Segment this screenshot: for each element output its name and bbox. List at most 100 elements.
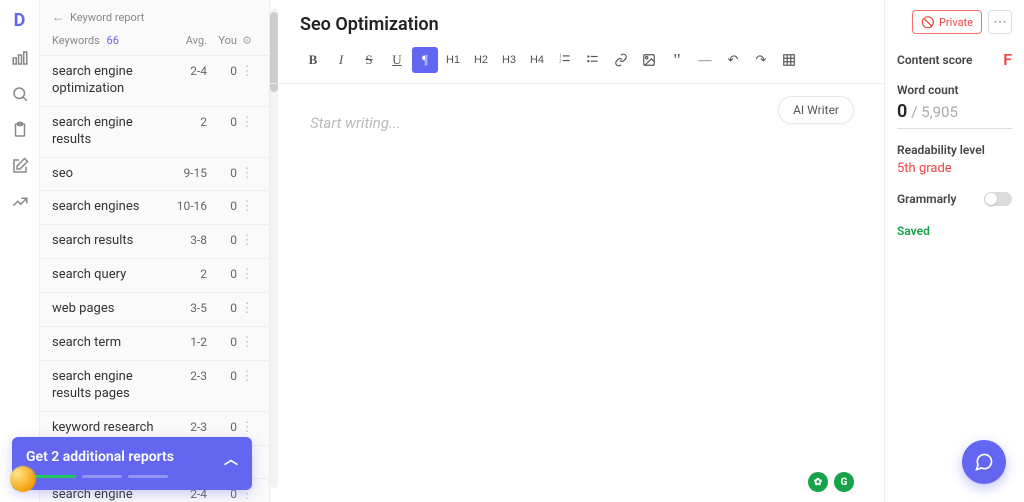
keyword-text: seo — [52, 166, 171, 183]
word-count-target: / 5,905 — [911, 103, 958, 121]
keyword-text: search term — [52, 335, 171, 352]
keyword-columns: Keywords 66 Avg. You ⚙ — [40, 30, 269, 56]
row-menu-icon[interactable]: ⋮ — [237, 166, 257, 181]
h4-button[interactable]: H4 — [524, 47, 550, 73]
keyword-count: 66 — [107, 34, 119, 47]
ai-writer-button[interactable]: AI Writer — [778, 96, 854, 124]
row-menu-icon[interactable]: ⋮ — [237, 115, 257, 130]
editor-body[interactable]: AI Writer Start writing... — [270, 84, 884, 502]
quote-button[interactable]: " — [664, 47, 690, 73]
private-button[interactable]: 🚫Private — [912, 10, 982, 34]
keyword-avg: 10-16 — [171, 199, 207, 213]
keyword-avg: 1-2 — [171, 335, 207, 349]
svg-text:2: 2 — [559, 59, 562, 64]
col-keywords: Keywords — [52, 34, 100, 47]
underline-button[interactable]: U — [384, 47, 410, 73]
nav-rail: D — [0, 0, 40, 502]
grammarly-badge-icon[interactable]: G — [834, 472, 854, 492]
keyword-avg: 2 — [171, 267, 207, 281]
row-menu-icon[interactable]: ⋮ — [237, 301, 257, 316]
panel-title: Keyword report — [70, 11, 144, 24]
keyword-row[interactable]: search query20⋮ — [40, 259, 269, 293]
editor-placeholder: Start writing... — [310, 114, 844, 132]
keyword-row[interactable]: search engine results20⋮ — [40, 107, 269, 158]
row-menu-icon[interactable]: ⋮ — [237, 335, 257, 350]
app-logo[interactable]: D — [14, 10, 26, 31]
col-avg: Avg. — [171, 34, 207, 47]
row-menu-icon[interactable]: ⋮ — [237, 420, 257, 435]
row-menu-icon[interactable]: ⋮ — [237, 233, 257, 248]
link-button[interactable] — [608, 47, 634, 73]
help-fab[interactable] — [962, 440, 1006, 484]
unordered-list-button[interactable] — [580, 47, 606, 73]
keyword-text: search engines — [52, 199, 171, 216]
sidebar-right: 🚫Private ⋯ Content score F Word count 0 … — [884, 0, 1024, 502]
search-icon[interactable] — [11, 85, 29, 103]
document-title[interactable]: Seo Optimization — [270, 0, 884, 41]
keyword-panel: ← Keyword report Keywords 66 Avg. You ⚙ … — [40, 0, 270, 502]
row-menu-icon[interactable]: ⋮ — [237, 267, 257, 282]
readability-value: 5th grade — [897, 161, 1012, 176]
keyword-avg: 3-8 — [171, 233, 207, 247]
keyword-you: 0 — [207, 420, 237, 434]
clipboard-icon[interactable] — [11, 121, 29, 139]
grammarly-toggle[interactable] — [984, 192, 1012, 206]
keyword-row[interactable]: search results3-80⋮ — [40, 225, 269, 259]
keyword-row[interactable]: seo9-150⋮ — [40, 158, 269, 192]
keyword-you: 0 — [207, 301, 237, 315]
keyword-text: keyword research — [52, 420, 171, 437]
ordered-list-button[interactable]: 12 — [552, 47, 578, 73]
keyword-row[interactable]: search engine results pages2-30⋮ — [40, 361, 269, 412]
keyword-text: search query — [52, 267, 171, 284]
back-arrow-icon[interactable]: ← — [52, 10, 64, 24]
keyword-you: 0 — [207, 233, 237, 247]
lock-icon: 🚫 — [921, 16, 935, 29]
editor-pane: Seo Optimization B I S U ¶ H1 H2 H3 H4 1… — [270, 0, 884, 502]
h3-button[interactable]: H3 — [496, 47, 522, 73]
col-you: You — [207, 34, 237, 47]
keyword-row[interactable]: web pages3-50⋮ — [40, 293, 269, 327]
word-count-value: 0 — [897, 101, 907, 122]
keyword-text: search engine optimization — [52, 64, 171, 98]
promo-banner[interactable]: Get 2 additional reports ︿ — [12, 437, 252, 490]
badge-icon[interactable]: ✿ — [808, 472, 828, 492]
editor-badges: ✿ G — [808, 472, 854, 492]
h2-button[interactable]: H2 — [468, 47, 494, 73]
keyword-you: 0 — [207, 166, 237, 180]
h1-button[interactable]: H1 — [440, 47, 466, 73]
edit-icon[interactable] — [11, 157, 29, 175]
strike-button[interactable]: S — [356, 47, 382, 73]
keyword-text: search engine results pages — [52, 369, 171, 403]
undo-button[interactable]: ↶ — [720, 47, 746, 73]
keyword-text: search engine results — [52, 115, 171, 149]
keyword-row[interactable]: search engines10-160⋮ — [40, 191, 269, 225]
keyword-row[interactable]: search engine optimization2-40⋮ — [40, 56, 269, 107]
saved-status: Saved — [897, 224, 1012, 238]
row-menu-icon[interactable]: ⋮ — [237, 64, 257, 79]
hr-button[interactable]: — — [692, 47, 718, 73]
keyword-you: 0 — [207, 115, 237, 129]
italic-button[interactable]: I — [328, 47, 354, 73]
gear-icon[interactable]: ⚙ — [237, 34, 257, 47]
readability-label: Readability level — [897, 143, 1012, 157]
image-button[interactable] — [636, 47, 662, 73]
row-menu-icon[interactable]: ⋮ — [237, 369, 257, 384]
row-menu-icon[interactable]: ⋮ — [237, 199, 257, 214]
avatar[interactable] — [10, 466, 36, 492]
keyword-row[interactable]: search term1-20⋮ — [40, 327, 269, 361]
more-button[interactable]: ⋯ — [988, 10, 1012, 34]
keyword-text: search results — [52, 233, 171, 250]
keyword-you: 0 — [207, 335, 237, 349]
chart-icon[interactable] — [11, 49, 29, 67]
trend-icon[interactable] — [11, 193, 29, 211]
keyword-avg: 2 — [171, 115, 207, 129]
keyword-avg: 3-5 — [171, 301, 207, 315]
keyword-avg: 2-3 — [171, 420, 207, 434]
table-button[interactable] — [776, 47, 802, 73]
keyword-you: 0 — [207, 369, 237, 383]
redo-button[interactable]: ↷ — [748, 47, 774, 73]
keyword-you: 0 — [207, 64, 237, 78]
editor-toolbar: B I S U ¶ H1 H2 H3 H4 12 " — ↶ ↷ — [270, 41, 884, 84]
bold-button[interactable]: B — [300, 47, 326, 73]
paragraph-button[interactable]: ¶ — [412, 47, 438, 73]
